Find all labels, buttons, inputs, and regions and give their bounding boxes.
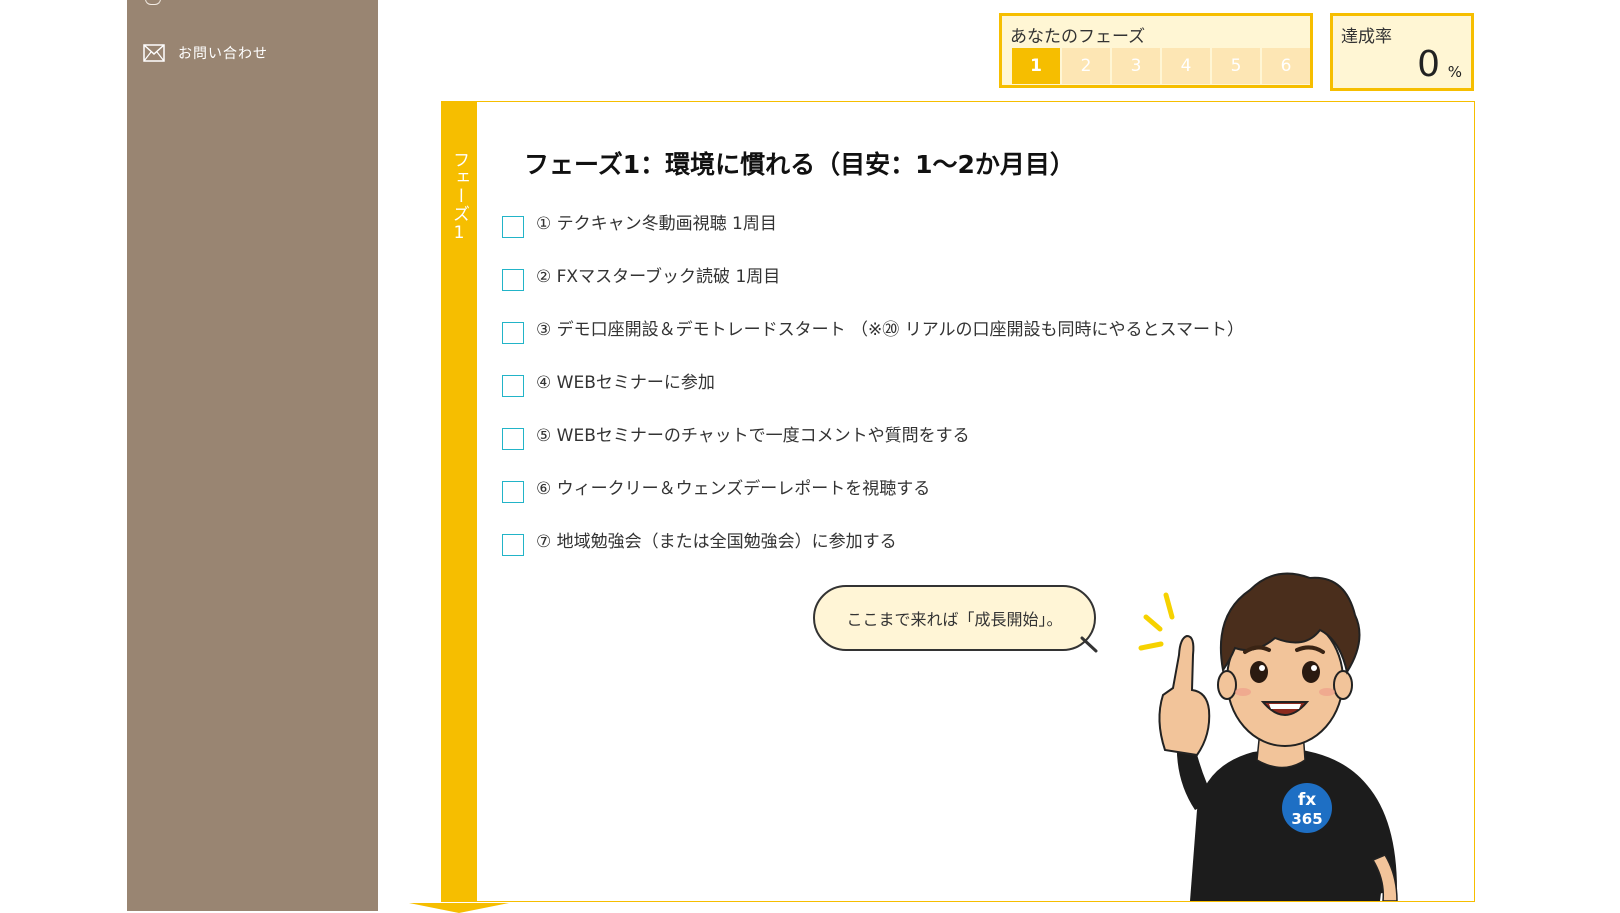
mascot-illustration: fx 365 [1138,572,1398,901]
speech-bubble-text: ここまで来れば「成長開始」。 [846,610,1063,629]
achievement-value: 0 [1417,44,1440,85]
task-item: ② FXマスターブック読破 1周目 [502,265,1244,318]
phase-side-tab: フェーズ1 [441,101,477,902]
task-item: ⑥ ウィークリー＆ウェンズデーレポートを視聴する [502,477,1244,530]
partial-icon [145,0,161,5]
task-item: ⑤ WEBセミナーのチャットで一度コメントや質問をする [502,424,1244,477]
contact-label: お問い合わせ [178,46,268,62]
speech-bubble-tail [1080,636,1098,653]
phase-side-tab-label: フェーズ1 [449,151,469,244]
task-label: ① テクキャン冬動画視聴 1周目 [536,214,777,234]
speech-bubble: ここまで来れば「成長開始」。 [813,585,1096,651]
phase-step-3[interactable]: 3 [1112,48,1160,84]
task-item: ④ WEBセミナーに参加 [502,371,1244,424]
task-checkbox-5[interactable] [502,428,524,450]
task-checkbox-4[interactable] [502,375,524,397]
phase-step-5[interactable]: 5 [1212,48,1260,84]
achievement-unit: % [1447,63,1462,81]
task-label: ⑤ WEBセミナーのチャットで一度コメントや質問をする [536,426,970,446]
phase-title: フェーズ1：環境に慣れる（目安：1〜2か月目） [524,150,1075,179]
phase-step-6[interactable]: 6 [1262,48,1310,84]
phase-indicator: あなたのフェーズ 1 2 3 4 5 6 [999,13,1313,88]
task-label: ③ デモ口座開設＆デモトレードスタート （※⑳ リアルの口座開設も同時にやるとス… [536,320,1245,340]
fx365-logo-icon: fx 365 [1282,783,1332,833]
task-item: ③ デモ口座開設＆デモトレードスタート （※⑳ リアルの口座開設も同時にやるとス… [502,318,1244,371]
task-item: ⑦ 地域勉強会（または全国勉強会）に参加する [502,530,1244,583]
task-checkbox-7[interactable] [502,534,524,556]
achievement-label: 達成率 [1341,27,1392,47]
task-label: ② FXマスターブック読破 1周目 [536,267,781,287]
phase-step-4[interactable]: 4 [1162,48,1210,84]
sidebar: お問い合わせ [127,0,378,911]
task-list: ① テクキャン冬動画視聴 1周目 ② FXマスターブック読破 1周目 ③ デモ口… [502,212,1244,583]
contact-link[interactable]: お問い合わせ [143,43,268,63]
phase-steps: 1 2 3 4 5 6 [1012,48,1310,84]
achievement-rate: 達成率 0 % [1330,13,1474,91]
task-checkbox-6[interactable] [502,481,524,503]
phase-indicator-label: あなたのフェーズ [1010,27,1146,47]
mail-icon [143,44,165,62]
task-checkbox-2[interactable] [502,269,524,291]
excitement-marks-icon [1138,592,1175,651]
panel-down-arrow [409,903,509,913]
phase-step-1[interactable]: 1 [1012,48,1060,84]
task-item: ① テクキャン冬動画視聴 1周目 [502,212,1244,265]
phase-step-2[interactable]: 2 [1062,48,1110,84]
logo-text-bottom: 365 [1291,810,1322,828]
logo-text-top: fx [1298,790,1316,810]
task-label: ⑥ ウィークリー＆ウェンズデーレポートを視聴する [536,479,931,499]
task-checkbox-3[interactable] [502,322,524,344]
task-label: ⑦ 地域勉強会（または全国勉強会）に参加する [536,532,897,552]
task-checkbox-1[interactable] [502,216,524,238]
task-label: ④ WEBセミナーに参加 [536,373,715,393]
